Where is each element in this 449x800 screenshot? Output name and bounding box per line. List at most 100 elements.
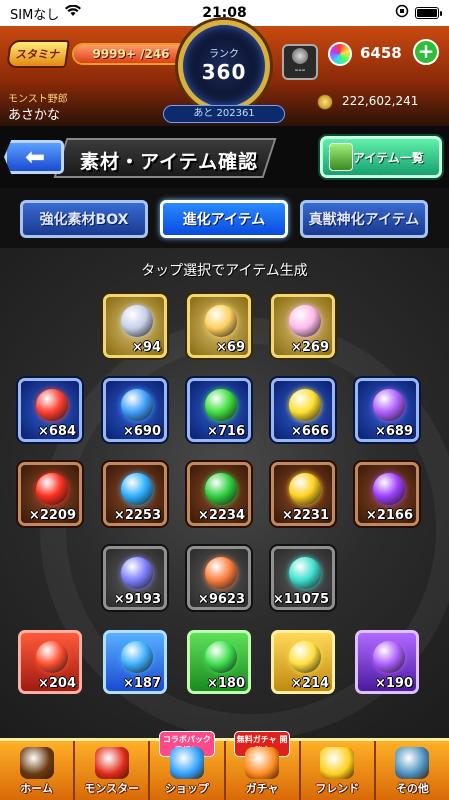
username: あさかな: [8, 108, 61, 123]
item-cell[interactable]: ×716: [187, 378, 251, 442]
rank-label: ランク: [209, 49, 239, 60]
item-cell[interactable]: ×2209: [18, 462, 82, 526]
item-cell[interactable]: ×2234: [187, 462, 251, 526]
item-count: ×269: [290, 340, 329, 355]
booster-slot-text: ---: [294, 65, 306, 76]
fire-crystal-icon: [36, 473, 68, 505]
item-cell[interactable]: ×69: [187, 294, 251, 358]
item-count: ×666: [290, 424, 329, 439]
nav-label: ホーム: [20, 782, 53, 795]
nav-gacha[interactable]: 無料ガチャ 開催中 ガチャ: [226, 731, 301, 800]
tab-enhance-material-box[interactable]: 強化素材BOX: [20, 200, 148, 238]
monster-icon: [94, 747, 129, 779]
fortress-emblem-icon: [121, 305, 153, 337]
nav-friend[interactable]: フレンド: [301, 741, 376, 800]
item-cell[interactable]: ×187: [103, 630, 167, 694]
fire-orb-icon: [36, 389, 68, 421]
player-header: スタミナ 9999+ /246 モンスト野郎 あさかな ランク 360 あと 2…: [0, 20, 449, 126]
buy-orbs-button[interactable]: +: [413, 39, 439, 65]
item-count: ×214: [290, 676, 329, 691]
item-cell[interactable]: ×2253: [103, 462, 167, 526]
stamina-bar: 9999+ /246: [72, 43, 190, 65]
nav-label: ガチャ: [245, 782, 279, 795]
nav-label: その他: [395, 782, 429, 795]
item-cell[interactable]: ×190: [355, 630, 419, 694]
water-orb-icon: [121, 389, 153, 421]
item-count: ×9193: [113, 592, 161, 607]
shop-icon: [169, 747, 204, 779]
nav-label: ショップ: [164, 782, 209, 795]
item-cell[interactable]: ×9193: [103, 546, 167, 610]
fire-sphere-icon: [36, 641, 68, 673]
water-crystal-icon: [121, 473, 153, 505]
light-sphere-icon: [289, 641, 321, 673]
wood-orb-icon: [205, 389, 237, 421]
item-cell[interactable]: ×689: [355, 378, 419, 442]
item-list-button-label: アイテム一覧: [353, 151, 424, 165]
item-cell[interactable]: ×690: [103, 378, 167, 442]
other-icon: [395, 747, 430, 779]
item-count: ×2166: [365, 508, 413, 523]
item-count: ×9623: [197, 592, 245, 607]
item-grid-panel: タップ選択でアイテム生成 ×94 ×69 ×269 ×684 ×690 ×716…: [0, 248, 449, 738]
item-cell[interactable]: ×666: [271, 378, 335, 442]
item-cell[interactable]: ×180: [187, 630, 251, 694]
nav-label: フレンド: [315, 782, 360, 795]
stamina-label: スタミナ: [6, 40, 70, 68]
item-count: ×69: [216, 340, 245, 355]
stamina-value: 9999+ /246: [92, 47, 170, 61]
item-count: ×180: [206, 676, 245, 691]
orb-count: 6458: [360, 44, 402, 62]
nav-home[interactable]: ホーム: [0, 741, 76, 800]
booster-slot[interactable]: ---: [282, 44, 318, 80]
category-tabs: 強化素材BOX 進化アイテム 真獣神化アイテム: [0, 188, 449, 248]
dark-crystal-icon: [373, 473, 405, 505]
light-orb-icon: [289, 389, 321, 421]
large-gem-icon: [121, 557, 153, 589]
item-count: ×689: [374, 424, 413, 439]
item-count: ×11075: [272, 592, 329, 607]
gold-count: 222,602,241: [342, 94, 419, 108]
item-list-button[interactable]: アイテム一覧: [320, 136, 442, 178]
wood-crystal-icon: [205, 473, 237, 505]
medium-gem-icon: [205, 557, 237, 589]
clock: 21:08: [202, 5, 247, 21]
item-cell[interactable]: ×214: [271, 630, 335, 694]
tab-true-god-items[interactable]: 真獣神化アイテム: [300, 200, 428, 238]
home-icon: [19, 747, 54, 779]
item-cell[interactable]: ×269: [271, 294, 335, 358]
dark-sphere-icon: [373, 641, 405, 673]
item-count: ×204: [37, 676, 76, 691]
rank-value: 360: [201, 60, 247, 84]
hint-text: タップ選択でアイテム生成: [141, 263, 308, 279]
back-button[interactable]: [4, 140, 64, 174]
item-count: ×2234: [197, 508, 245, 523]
username-label: モンスト野郎: [8, 94, 68, 105]
nav-shop[interactable]: コラボパック 登場！ ショップ: [150, 731, 226, 800]
item-cell[interactable]: ×2166: [355, 462, 419, 526]
item-cell[interactable]: ×2231: [271, 462, 335, 526]
item-cell[interactable]: ×9623: [187, 546, 251, 610]
item-count: ×2231: [281, 508, 329, 523]
title-bar: 素材・アイテム確認 アイテム一覧: [0, 126, 449, 188]
item-count: ×2253: [113, 508, 161, 523]
item-count: ×2209: [28, 508, 76, 523]
item-cell[interactable]: ×204: [18, 630, 82, 694]
tab-evolution-items[interactable]: 進化アイテム: [160, 200, 288, 238]
rainbow-gem-icon: [289, 305, 321, 337]
item-cell[interactable]: ×684: [18, 378, 82, 442]
water-sphere-icon: [121, 641, 153, 673]
item-cell[interactable]: ×94: [103, 294, 167, 358]
rainbow-swirl-icon: [205, 305, 237, 337]
rank-badge[interactable]: ランク 360: [178, 20, 270, 112]
item-cell[interactable]: ×11075: [271, 546, 335, 610]
item-count: ×190: [374, 676, 413, 691]
stamina-meter[interactable]: スタミナ 9999+ /246: [6, 40, 190, 68]
friend-icon: [320, 747, 355, 779]
page-title: 素材・アイテム確認: [80, 151, 259, 173]
nav-monster[interactable]: モンスター: [75, 741, 151, 800]
dark-orb-icon: [373, 389, 405, 421]
gold-coin-icon: [317, 94, 333, 110]
light-crystal-icon: [289, 473, 321, 505]
nav-other[interactable]: その他: [376, 741, 449, 800]
